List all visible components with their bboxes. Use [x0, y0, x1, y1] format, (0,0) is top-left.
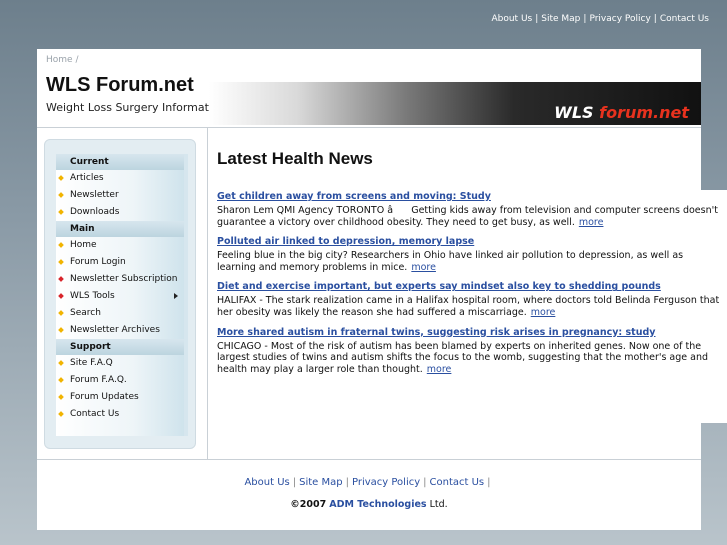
sidebar-item-search[interactable]: Search [56, 305, 184, 322]
news-item: More shared autism in fraternal twins, s… [217, 327, 723, 376]
footer-nav: About Us | Site Map | Privacy Policy | Contact… [244, 477, 491, 488]
footer-link-privacy[interactable]: Privacy Policy [352, 477, 420, 488]
diamond-bullet-icon [58, 327, 64, 333]
news-title-link[interactable]: More shared autism in fraternal twins, s… [217, 327, 723, 338]
sidebar-item-downloads[interactable]: Downloads [56, 204, 184, 221]
diamond-bullet-icon [58, 192, 64, 198]
diamond-bullet-icon [58, 377, 64, 383]
footer-link-contact[interactable]: Contact Us [430, 477, 485, 488]
sidebar-heading-main: Main [56, 221, 184, 237]
breadcrumb[interactable]: Home / [46, 55, 78, 65]
more-link[interactable]: more [411, 262, 436, 273]
diamond-bullet-icon [58, 175, 64, 181]
sidebar: Current Articles Newsletter Downloads Ma… [44, 139, 196, 449]
footer-link-about[interactable]: About Us [244, 477, 289, 488]
news-item: Get children away from screens and movin… [217, 191, 723, 228]
sidebar-item-wls-tools[interactable]: WLS Tools [56, 288, 184, 305]
site-title: WLS Forum.net [46, 74, 194, 96]
column-divider [207, 127, 208, 459]
news-body: CHICAGO - Most of the risk of autism has… [217, 340, 709, 375]
diamond-bullet-icon [58, 209, 64, 215]
page-title: Latest Health News [217, 149, 373, 168]
company-link[interactable]: ADM Technologies [329, 499, 426, 510]
news-title-link[interactable]: Diet and exercise important, but experts… [217, 281, 723, 292]
copyright: ©2007 ADM Technologies Ltd. [290, 499, 448, 510]
diamond-bullet-icon [58, 411, 64, 417]
sidebar-item-contact-us[interactable]: Contact Us [56, 406, 184, 423]
sidebar-item-home[interactable]: Home [56, 237, 184, 254]
diamond-bullet-icon [58, 242, 64, 248]
sidebar-heading-current: Current [56, 154, 184, 170]
news-title-link[interactable]: Get children away from screens and movin… [217, 191, 723, 202]
more-link[interactable]: more [531, 307, 556, 318]
news-item: Polluted air linked to depression, memor… [217, 236, 723, 273]
page-panel: Home / WLS Forum.net Weight Loss Surgery… [37, 49, 719, 530]
submenu-arrow-icon [174, 293, 178, 299]
top-link-sitemap[interactable]: Site Map [541, 14, 580, 24]
news-body: Sharon Lem QMI Agency TORONTO â Gettin… [217, 205, 718, 228]
diamond-bullet-icon [58, 276, 64, 282]
header-divider [37, 127, 701, 128]
diamond-bullet-icon [58, 394, 64, 400]
diamond-bullet-icon [58, 293, 64, 299]
sidebar-item-forum-updates[interactable]: Forum Updates [56, 389, 184, 406]
news-body: HALIFAX - The stark realization came in … [217, 295, 720, 318]
footer-link-sitemap[interactable]: Site Map [299, 477, 342, 488]
sidebar-heading-support: Support [56, 339, 184, 355]
sidebar-item-articles[interactable]: Articles [56, 170, 184, 187]
more-link[interactable]: more [579, 217, 604, 228]
sidebar-item-forum-faq[interactable]: Forum F.A.Q. [56, 372, 184, 389]
diamond-bullet-icon [58, 259, 64, 265]
main-content: Latest Health News Get children away fro… [217, 149, 723, 383]
top-link-about[interactable]: About Us [491, 14, 532, 24]
sidebar-item-site-faq[interactable]: Site F.A.Q [56, 355, 184, 372]
top-link-contact[interactable]: Contact Us [660, 14, 709, 24]
banner-logo: WLS forum.net [554, 103, 689, 122]
more-link[interactable]: more [427, 364, 452, 375]
sidebar-item-newsletter-subscription[interactable]: Newsletter Subscription [56, 271, 184, 288]
top-link-privacy[interactable]: Privacy Policy [589, 14, 650, 24]
top-nav: About Us | Site Map | Privacy Policy | Contact… [491, 14, 709, 24]
diamond-bullet-icon [58, 360, 64, 366]
header-banner: WLS forum.net [209, 82, 701, 125]
news-body: Feeling blue in the big city? Researcher… [217, 250, 684, 273]
diamond-bullet-icon [58, 310, 64, 316]
footer-divider [37, 459, 701, 460]
news-title-link[interactable]: Polluted air linked to depression, memor… [217, 236, 723, 247]
sidebar-item-newsletter[interactable]: Newsletter [56, 187, 184, 204]
sidebar-item-forum-login[interactable]: Forum Login [56, 254, 184, 271]
sidebar-menu: Current Articles Newsletter Downloads Ma… [56, 154, 188, 436]
sidebar-item-newsletter-archives[interactable]: Newsletter Archives [56, 322, 184, 339]
news-item: Diet and exercise important, but experts… [217, 281, 723, 318]
